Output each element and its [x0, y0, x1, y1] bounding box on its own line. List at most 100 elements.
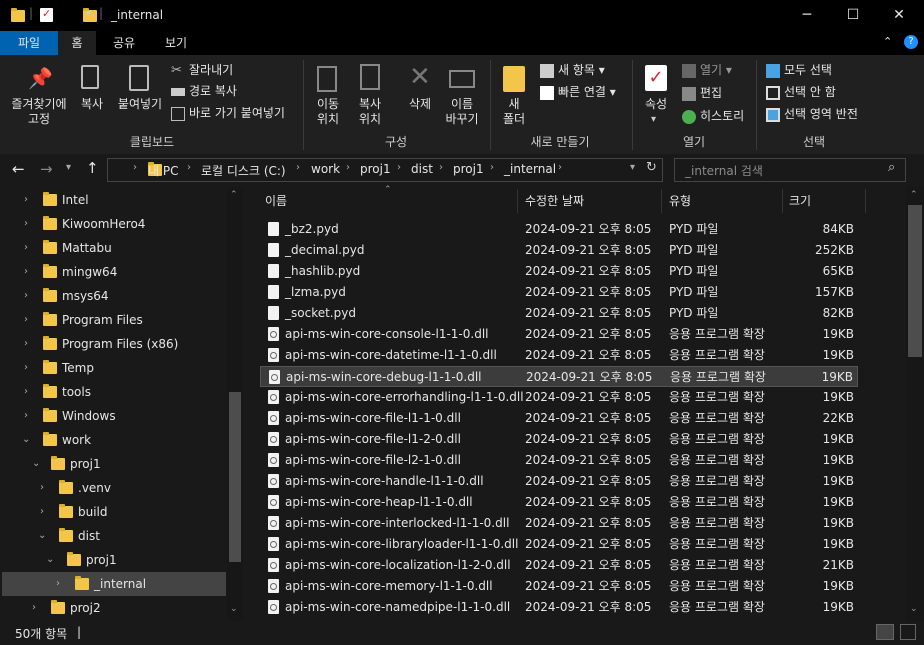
column-divider[interactable] — [865, 189, 866, 213]
new-folder-button[interactable]: 새 폴더 — [496, 97, 532, 127]
open-button[interactable]: 열기 ▾ — [682, 60, 732, 80]
collapse-ribbon-icon[interactable]: ⌃ — [883, 35, 892, 48]
breadcrumb-proj1-dist[interactable]: proj1 — [453, 162, 484, 176]
nav-item-program-files-x86[interactable]: › Program Files (x86) — [0, 332, 226, 356]
scroll-down-icon[interactable]: ⌄ — [230, 604, 238, 614]
table-row[interactable]: api-ms-win-core-heap-l1-1-0.dll 2024-09-2… — [260, 492, 858, 513]
copy-button[interactable]: 복사 — [74, 97, 110, 112]
column-header-name[interactable]: 이름 — [265, 188, 515, 214]
table-row[interactable]: _bz2.pyd 2024-09-21 오후 8:05 PYD 파일 84KB — [260, 219, 858, 240]
recent-locations-icon[interactable]: ▾ — [66, 162, 71, 173]
close-button[interactable]: ✕ — [876, 0, 922, 31]
breadcrumb-internal[interactable]: _internal — [504, 162, 556, 176]
maximize-button[interactable]: ☐ — [830, 0, 876, 31]
nav-item-work[interactable]: ⌄ work — [0, 428, 226, 452]
search-icon[interactable]: ⌕ — [888, 160, 895, 175]
table-row[interactable]: api-ms-win-core-interlocked-l1-1-0.dll 20… — [260, 513, 858, 534]
forward-arrow-icon[interactable]: → — [40, 160, 53, 178]
select-none-button[interactable]: 선택 안 함 — [766, 82, 836, 102]
table-row[interactable]: api-ms-win-core-console-l1-1-0.dll 2024-0… — [260, 324, 858, 345]
cut-button[interactable]: ✂ 잘라내기 — [171, 60, 233, 80]
copy-to-button[interactable]: 복사 위치 — [350, 97, 390, 127]
table-row[interactable]: _socket.pyd 2024-09-21 오후 8:05 PYD 파일 82KB — [260, 303, 858, 324]
breadcrumb-this-pc[interactable]: 내 PC — [148, 162, 178, 179]
address-dropdown-icon[interactable]: ▾ — [630, 162, 635, 173]
table-row[interactable]: api-ms-win-core-libraryloader-l1-1-0.dll… — [260, 534, 858, 555]
column-header-date[interactable]: 수정한 날짜 — [525, 188, 655, 214]
nav-item-kiwoomhero4[interactable]: › KiwoomHero4 — [0, 212, 226, 236]
scroll-up-icon[interactable]: ⌃ — [910, 190, 918, 200]
table-row[interactable]: api-ms-win-core-localization-l1-2-0.dll 2… — [260, 555, 858, 576]
breadcrumb-dist[interactable]: dist — [411, 162, 433, 176]
nav-item-build[interactable]: › build — [0, 500, 226, 524]
table-row[interactable]: api-ms-win-core-errorhandling-l1-1-0.dll… — [260, 387, 858, 408]
table-row[interactable]: _hashlib.pyd 2024-09-21 오후 8:05 PYD 파일 65KB — [260, 261, 858, 282]
table-row-selected[interactable]: api-ms-win-core-debug-l1-1-0.dll 2024-09-… — [260, 366, 858, 387]
copy-path-button[interactable]: 경로 복사 — [171, 81, 237, 101]
qat-dropdown-icon[interactable]: ▾ — [86, 8, 91, 19]
nav-item-dist[interactable]: ⌄ dist — [0, 524, 226, 548]
edit-button[interactable]: 편집 — [682, 83, 722, 103]
up-arrow-icon[interactable]: ↑ — [86, 159, 99, 177]
details-view-icon[interactable] — [876, 624, 894, 640]
scroll-down-icon[interactable]: ⌄ — [910, 604, 918, 614]
nav-item-proj2[interactable]: › proj2 — [0, 596, 226, 620]
nav-item-program-files[interactable]: › Program Files — [0, 308, 226, 332]
back-arrow-icon[interactable]: ← — [12, 160, 25, 178]
column-divider[interactable] — [782, 189, 783, 213]
column-header-type[interactable]: 유형 — [669, 188, 779, 214]
tab-file[interactable]: 파일 — [0, 31, 58, 55]
select-all-button[interactable]: 모두 선택 — [766, 60, 832, 80]
table-row[interactable]: _decimal.pyd 2024-09-21 오후 8:05 PYD 파일 252K… — [260, 240, 858, 261]
large-icons-view-icon[interactable] — [900, 624, 916, 640]
table-row[interactable]: api-ms-win-core-file-l1-2-0.dll 2024-09-2… — [260, 429, 858, 450]
nav-item-proj1[interactable]: ⌄ proj1 — [0, 452, 226, 476]
column-divider[interactable] — [661, 189, 662, 213]
column-header-size[interactable]: 크기 — [789, 188, 849, 214]
history-button[interactable]: 히스토리 — [682, 106, 744, 126]
nav-scroll-thumb[interactable] — [229, 392, 241, 562]
nav-item-windows[interactable]: › Windows — [0, 404, 226, 428]
breadcrumb-separator[interactable]: › — [439, 162, 443, 173]
nav-item-internal[interactable]: › _internal — [2, 572, 226, 596]
move-to-button[interactable]: 이동 위치 — [308, 97, 348, 127]
rename-button[interactable]: 이름 바꾸기 — [442, 97, 482, 127]
delete-button[interactable]: 삭제 — [402, 97, 438, 112]
breadcrumb-separator[interactable]: › — [558, 162, 562, 173]
nav-item-dist-proj1[interactable]: ⌄ proj1 — [0, 548, 226, 572]
help-icon[interactable]: ? — [904, 35, 918, 49]
breadcrumb-separator[interactable]: › — [187, 162, 191, 173]
table-row[interactable]: api-ms-win-core-handle-l1-1-0.dll 2024-09… — [260, 471, 858, 492]
invert-selection-button[interactable]: 선택 영역 반전 — [766, 104, 858, 124]
paste-shortcut-button[interactable]: 바로 가기 붙여넣기 — [171, 103, 285, 123]
breadcrumb-separator[interactable]: › — [397, 162, 401, 173]
nav-item-intel[interactable]: › Intel — [0, 188, 226, 212]
breadcrumb-separator[interactable]: › — [296, 162, 300, 173]
breadcrumb-separator[interactable]: › — [346, 162, 350, 173]
nav-item-mingw64[interactable]: › mingw64 — [0, 260, 226, 284]
properties-button[interactable]: 속성 — [638, 97, 674, 112]
breadcrumb-work[interactable]: work — [311, 162, 340, 176]
table-row[interactable]: api-ms-win-core-file-l2-1-0.dll 2024-09-2… — [260, 450, 858, 471]
breadcrumb-separator[interactable]: › — [490, 162, 494, 173]
scroll-up-icon[interactable]: ⌃ — [230, 190, 238, 200]
easy-access-button[interactable]: 빠른 연결 ▾ — [540, 82, 616, 102]
file-list-scroll-thumb[interactable] — [908, 205, 922, 357]
breadcrumb-local-disk[interactable]: 로컬 디스크 (C:) — [201, 162, 286, 179]
table-row[interactable]: api-ms-win-core-file-l1-1-0.dll 2024-09-2… — [260, 408, 858, 429]
tab-share[interactable]: 공유 — [102, 31, 146, 55]
pin-to-quick-access-button[interactable]: 즐겨찾기에 고정 — [6, 97, 72, 127]
column-divider[interactable] — [517, 189, 518, 213]
table-row[interactable]: api-ms-win-core-namedpipe-l1-1-0.dll 2024… — [260, 597, 858, 618]
nav-item-mattabu[interactable]: › Mattabu — [0, 236, 226, 260]
breadcrumb-proj1[interactable]: proj1 — [360, 162, 391, 176]
nav-item-tools[interactable]: › tools — [0, 380, 226, 404]
refresh-icon[interactable]: ↻ — [646, 160, 657, 175]
table-row[interactable]: api-ms-win-core-memory-l1-1-0.dll 2024-09… — [260, 576, 858, 597]
tab-home[interactable]: 홈 — [58, 31, 96, 55]
paste-button[interactable]: 붙여넣기 — [114, 97, 166, 112]
breadcrumb-separator[interactable]: › — [133, 162, 137, 173]
tab-view[interactable]: 보기 — [154, 31, 198, 55]
table-row[interactable]: api-ms-win-core-datetime-l1-1-0.dll 2024-… — [260, 345, 858, 366]
nav-item-msys64[interactable]: › msys64 — [0, 284, 226, 308]
